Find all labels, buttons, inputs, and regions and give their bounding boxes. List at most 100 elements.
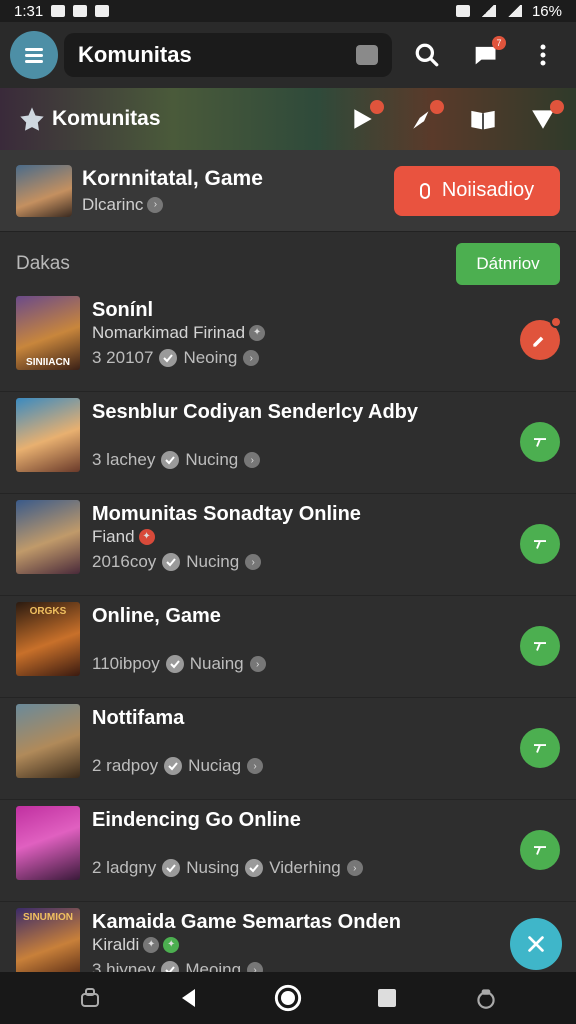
edit-icon bbox=[533, 336, 544, 347]
item-title: Kamaida Game Semartas Onden bbox=[92, 911, 402, 933]
check-icon bbox=[164, 757, 183, 775]
recents-icon[interactable] bbox=[372, 983, 402, 1013]
community-header-card: Kornnitatal, Game Dlcarinc › Noiisadioy bbox=[0, 150, 576, 232]
info-icon: › bbox=[244, 452, 261, 468]
community-avatar bbox=[16, 164, 72, 217]
action-icon bbox=[534, 438, 546, 447]
list-item[interactable]: SINIIACN Sonínl Nomarkimad Firinad ✦ 3 2… bbox=[0, 290, 576, 392]
item-thumbnail: ORGKS bbox=[16, 602, 80, 676]
item-member-count: 2 ladgny bbox=[92, 858, 157, 877]
check-icon bbox=[162, 553, 181, 571]
item-title: Sesnblur Codiyan Senderlcy Adby bbox=[92, 401, 419, 423]
item-action-button[interactable] bbox=[520, 626, 560, 666]
item-thumbnail bbox=[16, 500, 80, 574]
back-icon[interactable] bbox=[174, 983, 204, 1013]
item-member-count: 2 radpoy bbox=[92, 756, 159, 775]
section-label: Dakas bbox=[16, 253, 70, 274]
item-subtitle: Nomarkimad Firinad bbox=[92, 323, 246, 342]
system-nav-bar bbox=[0, 972, 576, 1024]
list-item[interactable]: SINUMION Kamaida Game Semartas Onden Kir… bbox=[0, 902, 576, 982]
thumbnail-caption: SINIIACN bbox=[26, 357, 70, 368]
logo-icon bbox=[20, 107, 44, 131]
book-icon[interactable] bbox=[468, 104, 498, 134]
notification-badge: 7 bbox=[492, 36, 506, 50]
emoji-icon: ✦ bbox=[163, 937, 180, 953]
emoji-icon: ✦ bbox=[249, 325, 266, 341]
community-subtitle: Dlcarinc bbox=[82, 194, 144, 214]
info-icon: › bbox=[346, 860, 363, 876]
item-status: Nusing bbox=[186, 858, 240, 877]
bag-icon[interactable] bbox=[356, 45, 378, 65]
item-title: Nottifama bbox=[92, 707, 185, 729]
item-member-count: 3 lachey bbox=[92, 450, 156, 469]
info-icon: › bbox=[245, 554, 262, 570]
info-icon: › bbox=[247, 758, 264, 774]
emoji-icon: ✦ bbox=[143, 937, 160, 953]
wifi-icon bbox=[505, 5, 522, 17]
home-icon[interactable] bbox=[273, 983, 303, 1013]
item-action-button[interactable] bbox=[520, 830, 560, 870]
item-title: Online, Game bbox=[92, 605, 221, 627]
title-pill[interactable]: Komunitas bbox=[64, 33, 392, 77]
join-icon bbox=[419, 182, 430, 199]
pin-icon[interactable] bbox=[528, 100, 564, 134]
item-action-button[interactable] bbox=[520, 728, 560, 768]
list-item[interactable]: Nottifama 2 radpoy Nuciag › bbox=[0, 698, 576, 800]
info-icon: › bbox=[249, 656, 266, 672]
item-status: Nucing bbox=[185, 450, 239, 469]
clock: 1:31 bbox=[14, 2, 44, 20]
chat-icon[interactable]: 7 bbox=[470, 36, 506, 70]
search-icon[interactable] bbox=[412, 40, 442, 70]
cast-icon bbox=[95, 5, 110, 17]
item-title: Momunitas Sonadtay Online bbox=[92, 503, 361, 525]
flag-icon[interactable] bbox=[348, 100, 384, 134]
list-item[interactable]: Momunitas Sonadtay Online Fiand ✦ 2016co… bbox=[0, 494, 576, 596]
settings-status-icon bbox=[455, 5, 470, 17]
section-header: Dakas Dátnriov bbox=[0, 240, 576, 288]
item-subtitle: Fiand bbox=[92, 527, 135, 546]
item-status: Nuaing bbox=[189, 654, 244, 673]
top-app-bar: Komunitas 7 bbox=[0, 22, 576, 88]
action-badge bbox=[550, 316, 562, 328]
status-bar: 1:31 16% bbox=[0, 0, 576, 22]
thumbnail-caption: SINUMION bbox=[23, 912, 73, 923]
list-item[interactable]: Sesnblur Codiyan Senderlcy Adby 3 lachey… bbox=[0, 392, 576, 494]
check-icon bbox=[162, 859, 181, 877]
item-status: Nucing bbox=[186, 552, 240, 571]
item-member-count: 2016coy bbox=[92, 552, 157, 571]
check-icon bbox=[165, 655, 184, 673]
menu-button[interactable] bbox=[10, 31, 58, 79]
battery-level: 16% bbox=[531, 2, 562, 20]
item-action-button[interactable] bbox=[520, 422, 560, 462]
info-icon: › bbox=[147, 196, 164, 213]
item-thumbnail bbox=[16, 806, 80, 880]
join-button[interactable]: Noiisadioy bbox=[394, 165, 560, 216]
list-item[interactable]: ORGKS Online, Game 110ibpoy Nuaing › bbox=[0, 596, 576, 698]
item-status: Nuciag bbox=[188, 756, 242, 775]
close-fab[interactable] bbox=[510, 918, 562, 970]
check-icon bbox=[161, 451, 180, 469]
list-item[interactable]: Eindencing Go Online 2 ladgny Nusing Vid… bbox=[0, 800, 576, 902]
item-thumbnail bbox=[16, 398, 80, 472]
banner-title: Komunitas bbox=[52, 107, 161, 130]
more-options-icon[interactable] bbox=[528, 40, 558, 70]
assistant-icon[interactable] bbox=[471, 983, 501, 1013]
accessibility-icon[interactable] bbox=[75, 983, 105, 1013]
item-thumbnail: SINUMION bbox=[16, 908, 80, 982]
community-name: Kornnitatal, Game bbox=[82, 166, 263, 190]
info-icon: › bbox=[243, 350, 260, 366]
item-action-button[interactable] bbox=[520, 524, 560, 564]
tag-icon: ✦ bbox=[138, 529, 155, 545]
join-button-label: Noiisadioy bbox=[441, 179, 535, 201]
close-icon bbox=[528, 936, 544, 952]
item-thumbnail: SINIIACN bbox=[16, 296, 80, 370]
item-status: Neoing bbox=[183, 348, 238, 367]
item-action-button[interactable] bbox=[520, 316, 562, 360]
app-title: Komunitas bbox=[78, 42, 192, 67]
share-icon[interactable] bbox=[408, 100, 444, 134]
action-icon bbox=[534, 744, 546, 753]
section-action-label: Dátnriov bbox=[476, 254, 540, 273]
section-action-button[interactable]: Dátnriov bbox=[456, 243, 560, 285]
item-extra-status: Viderhing bbox=[269, 858, 341, 877]
action-icon bbox=[534, 642, 546, 651]
